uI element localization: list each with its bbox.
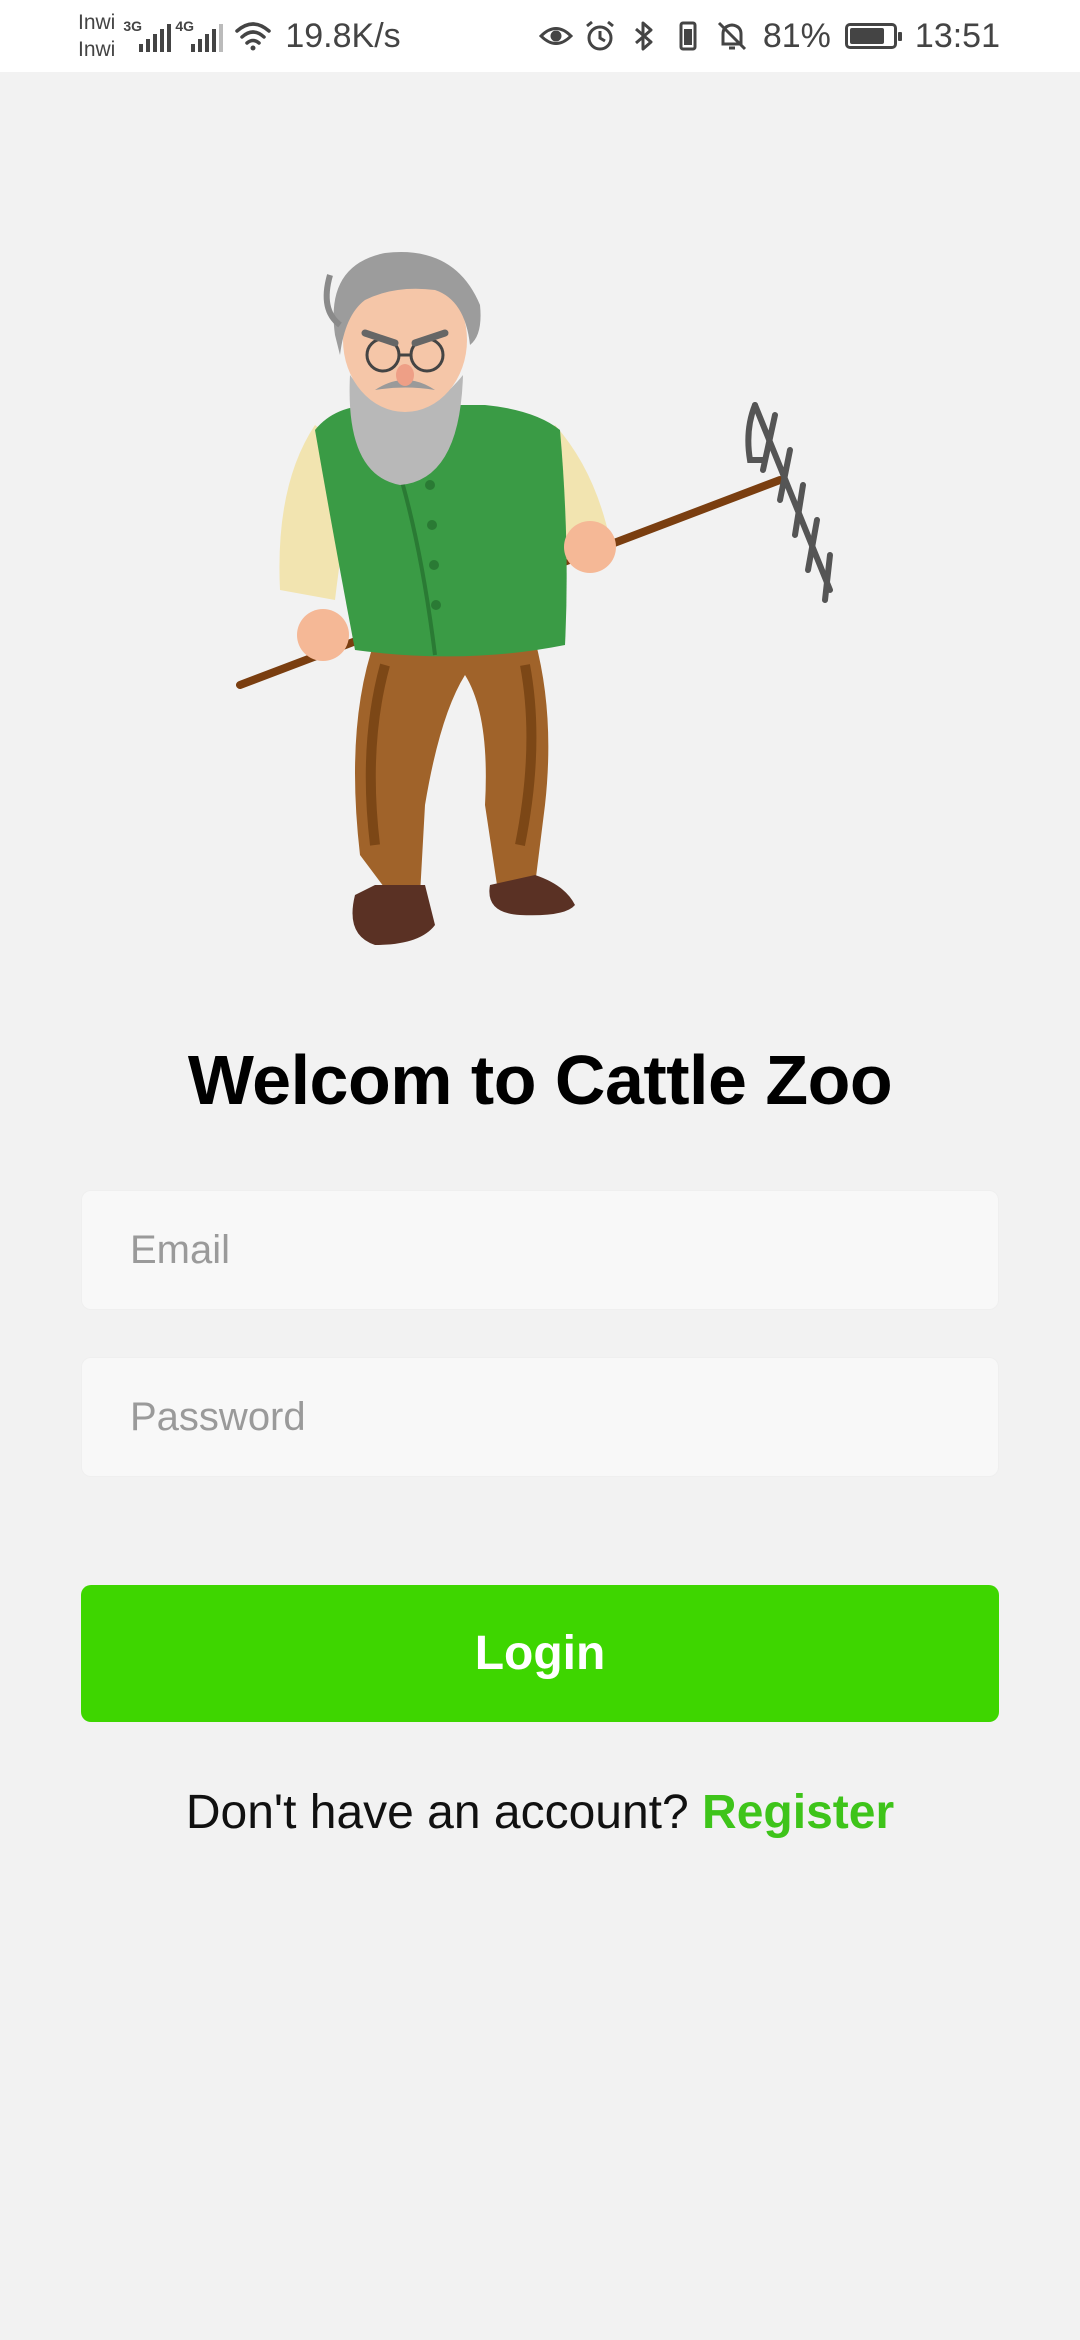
- email-field-container[interactable]: [81, 1190, 999, 1310]
- network-type-2: 4G: [175, 18, 195, 34]
- password-field-container[interactable]: [81, 1357, 999, 1477]
- wifi-icon: [235, 22, 272, 51]
- page-title: Welcom to Cattle Zoo: [187, 1041, 893, 1119]
- bluetooth-icon: [634, 21, 653, 51]
- login-button[interactable]: Login: [81, 1585, 999, 1722]
- bell-off-icon: [717, 21, 746, 51]
- status-bar-right: 81% 13:51: [538, 0, 1080, 72]
- signal-icon: 3G: [123, 16, 172, 56]
- eye-icon: [538, 27, 573, 45]
- alarm-icon: [585, 20, 614, 51]
- battery-icon: [844, 23, 902, 49]
- rake-head: [745, 402, 833, 603]
- carrier-1: Inwi: [78, 11, 116, 34]
- farmer-illustration: [236, 252, 833, 945]
- clock: 13:51: [914, 16, 1000, 55]
- battery-percent: 81%: [762, 16, 831, 55]
- network-type-1: 3G: [123, 18, 143, 34]
- carrier-labels: Inwi Inwi: [78, 9, 115, 63]
- email-input[interactable]: [82, 1191, 998, 1309]
- register-prompt: Don't have an account? Register: [0, 1785, 1080, 1840]
- signal-icon: 4G: [175, 16, 224, 56]
- vibrate-icon: [679, 21, 697, 51]
- status-bar: Inwi Inwi 3G 4G 19.8K/s 81% 13:51: [0, 0, 1080, 72]
- carrier-2: Inwi: [78, 38, 116, 61]
- network-speed: 19.8K/s: [285, 16, 401, 55]
- status-bar-left: Inwi Inwi 3G 4G 19.8K/s: [0, 0, 401, 72]
- register-prompt-text: Don't have an account?: [185, 1786, 703, 1839]
- password-input[interactable]: [82, 1358, 998, 1476]
- register-link[interactable]: Register: [702, 1786, 894, 1839]
